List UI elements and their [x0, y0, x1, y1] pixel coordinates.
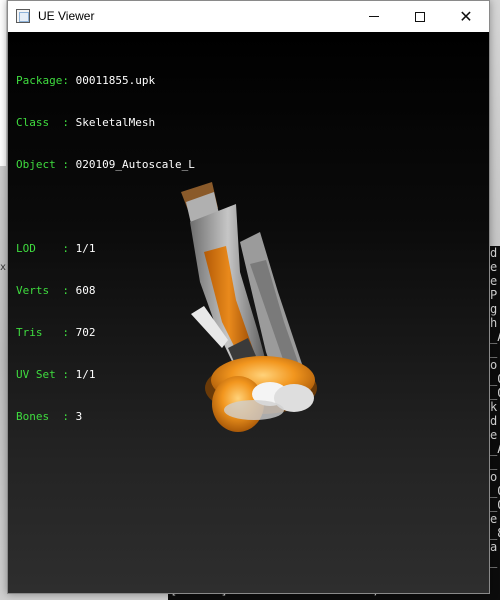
desktop-window-edge — [0, 0, 6, 166]
console-peek-line: _0 — [490, 372, 500, 386]
console-peek-line: _ — [490, 554, 498, 568]
console-peek-line: o — [490, 358, 498, 372]
console-peek-line: _A — [490, 442, 500, 456]
console-peek-line: e — [490, 274, 498, 288]
console-peek-line: _A — [490, 330, 500, 344]
console-peek-line: d — [490, 414, 498, 428]
console-peek-line: e — [490, 512, 498, 526]
console-peek-line: _0 — [490, 498, 500, 512]
maximize-icon — [415, 11, 425, 22]
skeletal-mesh-render — [181, 182, 317, 432]
console-peek-line: _8 — [490, 526, 500, 540]
3d-viewport[interactable]: Package: 00011855.upk Class : SkeletalMe… — [8, 32, 489, 593]
app-window-icon — [16, 9, 30, 23]
minimize-icon — [369, 16, 379, 17]
console-peek-line: a — [490, 540, 498, 554]
console-peek-line: g — [490, 302, 498, 316]
maximize-button[interactable] — [397, 1, 443, 32]
console-peek-line: P — [490, 288, 498, 302]
mesh-base-ring — [224, 400, 284, 420]
console-peek-line: _ — [490, 344, 498, 358]
console-window-peek: deePgh_A_o_0_0kde_A_o_0_0e_8a_ — [490, 246, 500, 600]
close-button[interactable]: ✕ — [443, 1, 489, 32]
console-peek-line: e — [490, 260, 498, 274]
console-peek-line: _ — [490, 456, 498, 470]
console-peek-line: o — [490, 470, 498, 484]
console-peek-line: _0 — [490, 484, 500, 498]
window-title: UE Viewer — [38, 9, 95, 23]
console-peek-line: h — [490, 316, 498, 330]
title-bar[interactable]: UE Viewer ✕ — [8, 1, 489, 32]
minimize-button[interactable] — [351, 1, 397, 32]
close-icon: ✕ — [459, 6, 473, 26]
ue-viewer-window: UE Viewer ✕ Package: 00011855.upk Class … — [7, 0, 490, 594]
console-peek-line: e — [490, 428, 498, 442]
console-peek-line: _0 — [490, 386, 500, 400]
console-peek-line: k — [490, 400, 498, 414]
console-peek-line: d — [490, 246, 498, 260]
